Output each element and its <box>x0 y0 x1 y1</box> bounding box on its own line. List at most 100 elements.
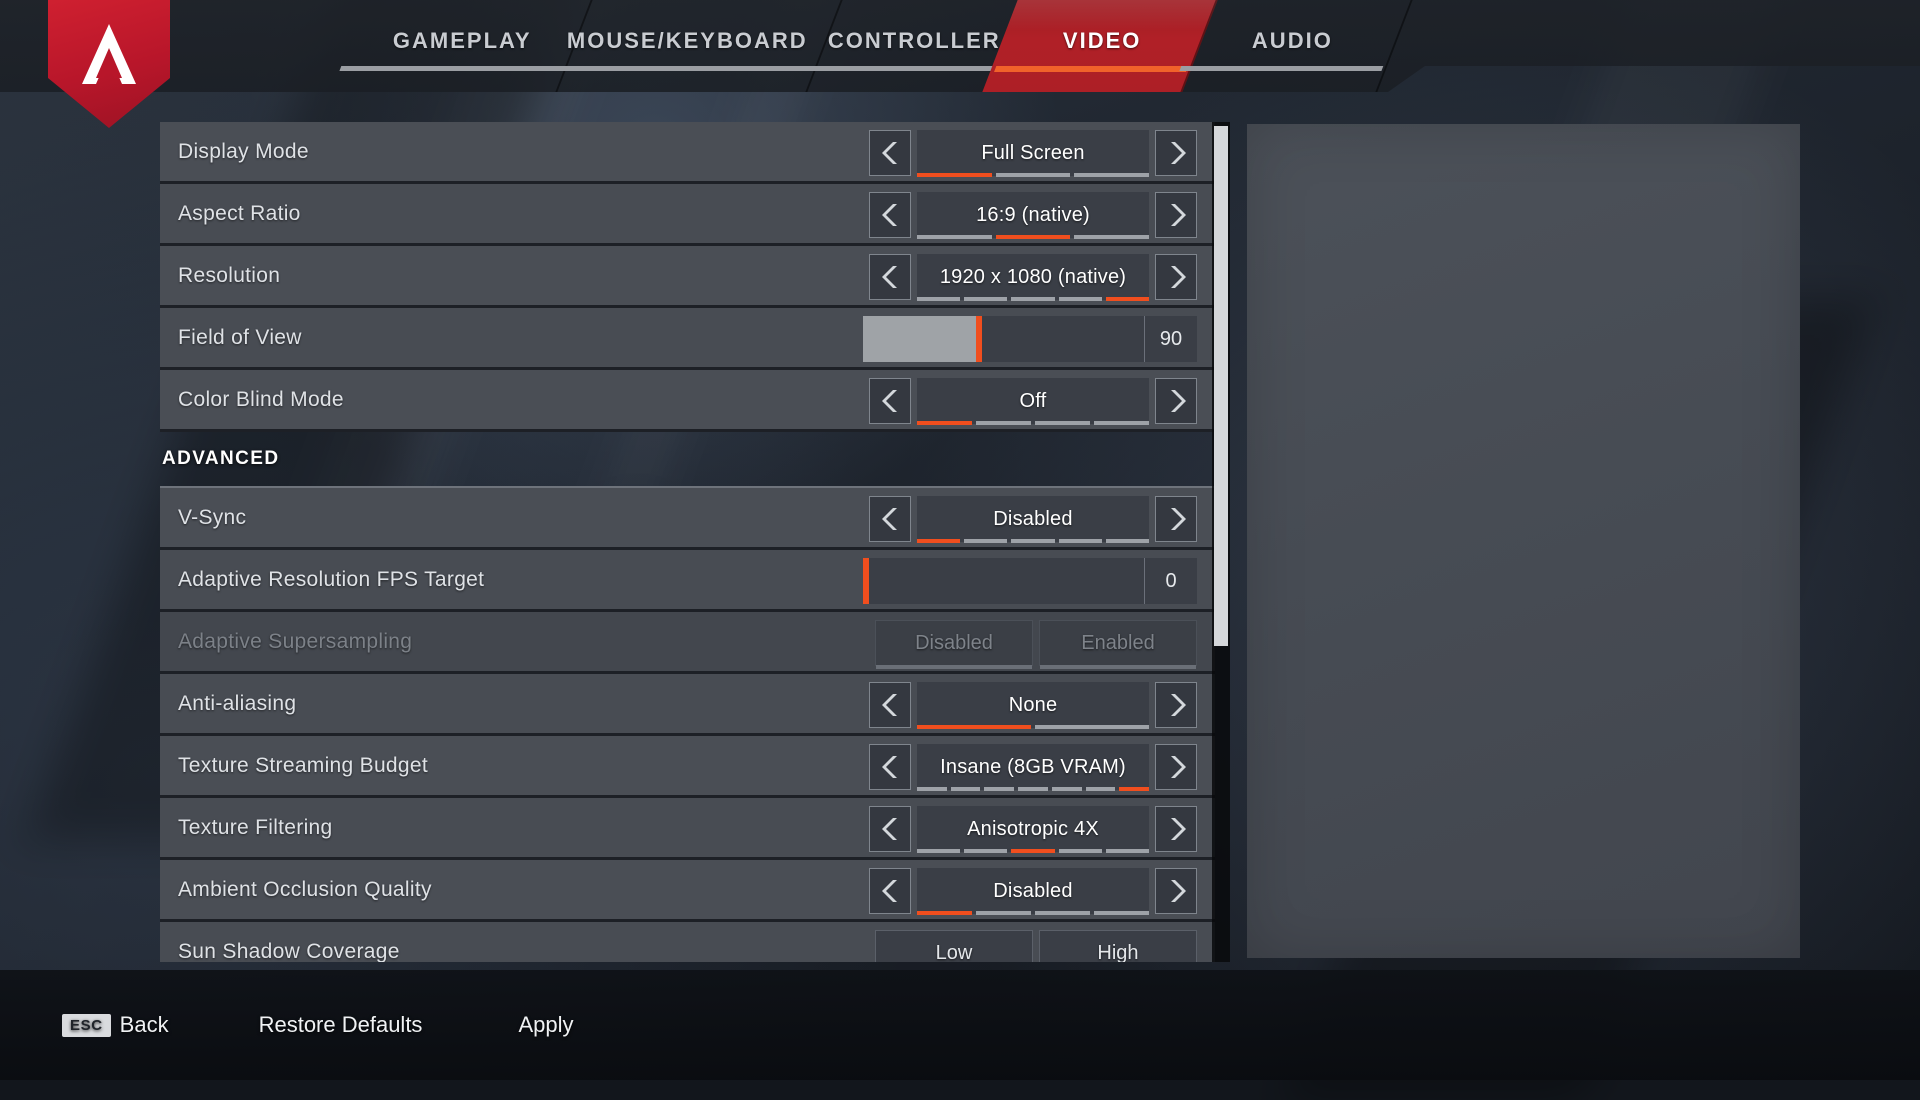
segment-indicator <box>1052 787 1082 791</box>
setting-slider[interactable] <box>863 558 1145 604</box>
chevron-left-icon[interactable] <box>869 192 911 238</box>
chevron-left-icon[interactable] <box>869 378 911 424</box>
setting-value-wrap: 1920 x 1080 (native) <box>917 254 1149 300</box>
chevron-left-icon[interactable] <box>869 254 911 300</box>
segment-indicator <box>917 297 960 301</box>
tab-label: MOUSE/KEYBOARD <box>567 28 808 54</box>
chevron-left-icon[interactable] <box>869 806 911 852</box>
apply-button[interactable]: Apply <box>518 1012 573 1038</box>
slider-fill <box>863 316 979 362</box>
setting-label: Resolution <box>178 264 280 288</box>
setting-value: None <box>917 682 1149 728</box>
setting-row[interactable]: Aspect Ratio16:9 (native) <box>160 184 1215 246</box>
segment-indicator <box>1035 421 1090 425</box>
segment-indicator <box>1119 787 1149 791</box>
setting-control: Disabled Enabled <box>869 620 1197 666</box>
chevron-left-icon[interactable] <box>869 682 911 728</box>
setting-row[interactable]: Color Blind ModeOff <box>160 370 1215 432</box>
tab-underline <box>539 66 813 71</box>
setting-segments <box>917 849 1149 853</box>
settings-tab-bar: GAMEPLAYMOUSE/KEYBOARDCONTROLLERVIDEOAUD… <box>0 0 1920 92</box>
toggle-option-b[interactable]: High <box>1039 930 1197 962</box>
setting-slider[interactable] <box>863 316 1145 362</box>
setting-label: V-Sync <box>178 506 246 530</box>
setting-value-wrap: None <box>917 682 1149 728</box>
segment-indicator <box>917 539 960 543</box>
restore-defaults-button[interactable]: Restore Defaults <box>259 1012 423 1038</box>
setting-label: Adaptive Resolution FPS Target <box>178 568 484 592</box>
chevron-left-icon[interactable] <box>869 130 911 176</box>
setting-row[interactable]: Texture Streaming Budget Insane (8GB VRAM… <box>160 736 1215 798</box>
toggle-option-a: Disabled <box>875 620 1033 666</box>
toggle-option-a-label: Low <box>936 942 973 963</box>
setting-control: 0 <box>863 558 1197 604</box>
tab-underline <box>784 66 1023 71</box>
setting-control: Insane (8GB VRAM) <box>869 744 1197 790</box>
chevron-right-icon[interactable] <box>1155 682 1197 728</box>
segment-indicator <box>951 787 981 791</box>
segment-indicator <box>964 539 1007 543</box>
slider-handle[interactable] <box>976 316 982 362</box>
setting-row[interactable]: Anti-aliasingNone <box>160 674 1215 736</box>
setting-segments <box>917 235 1149 239</box>
chevron-right-icon[interactable] <box>1155 254 1197 300</box>
segment-indicator <box>917 235 992 239</box>
setting-row[interactable]: Display ModeFull Screen <box>160 122 1215 184</box>
toggle-option-a[interactable]: Low <box>875 930 1033 962</box>
setting-control: 16:9 (native) <box>869 192 1197 238</box>
chevron-left-icon[interactable] <box>869 496 911 542</box>
setting-label: Sun Shadow Coverage <box>178 940 400 963</box>
chevron-right-icon[interactable] <box>1155 130 1197 176</box>
setting-row[interactable]: Sun Shadow Coverage Low High <box>160 922 1215 962</box>
chevron-right-icon[interactable] <box>1155 496 1197 542</box>
setting-row[interactable]: Ambient Occlusion QualityDisabled <box>160 860 1215 922</box>
tab-audio[interactable]: AUDIO <box>1167 0 1412 92</box>
chevron-right-icon[interactable] <box>1155 378 1197 424</box>
segment-indicator <box>917 421 972 425</box>
setting-segments <box>917 539 1149 543</box>
settings-scrollbar-thumb[interactable] <box>1214 126 1228 646</box>
chevron-right-icon[interactable] <box>1155 744 1197 790</box>
setting-row[interactable]: Adaptive Resolution FPS Target 0 <box>160 550 1215 612</box>
setting-segments <box>917 297 1149 301</box>
video-settings-list[interactable]: Display ModeFull ScreenAspect Ratio16:9 … <box>160 122 1215 962</box>
tab-underline <box>1179 66 1383 71</box>
setting-label: Ambient Occlusion Quality <box>178 878 432 902</box>
setting-value: Disabled <box>917 496 1149 542</box>
tab-label: GAMEPLAY <box>393 28 532 54</box>
tab-underline <box>994 66 1188 72</box>
setting-label: Texture Streaming Budget <box>178 754 428 778</box>
settings-preview-pane <box>1247 124 1800 958</box>
setting-row[interactable]: V-Sync Disabled <box>160 488 1215 550</box>
slider-handle[interactable] <box>863 558 869 604</box>
segment-indicator <box>976 421 1031 425</box>
segment-indicator <box>996 173 1071 177</box>
chevron-right-icon[interactable] <box>1155 868 1197 914</box>
back-button[interactable]: ESC Back <box>62 1012 169 1038</box>
segment-indicator <box>1018 787 1048 791</box>
setting-control: Disabled <box>869 496 1197 542</box>
setting-row[interactable]: Texture FilteringAnisotropic 4X <box>160 798 1215 860</box>
toggle-underline <box>876 665 1032 669</box>
toggle-underline <box>1040 665 1196 669</box>
chevron-right-icon[interactable] <box>1155 192 1197 238</box>
setting-control: None <box>869 682 1197 728</box>
toggle-option-b-label: High <box>1097 942 1138 963</box>
chevron-right-icon[interactable] <box>1155 806 1197 852</box>
segment-indicator <box>1059 849 1102 853</box>
setting-value-wrap: Anisotropic 4X <box>917 806 1149 852</box>
toggle-option-b-label: Enabled <box>1081 632 1154 655</box>
setting-value: 16:9 (native) <box>917 192 1149 238</box>
setting-value: 1920 x 1080 (native) <box>917 254 1149 300</box>
setting-segments <box>917 725 1149 729</box>
chevron-left-icon[interactable] <box>869 744 911 790</box>
setting-segments <box>917 911 1149 915</box>
setting-row[interactable]: Resolution 1920 x 1080 (native) <box>160 246 1215 308</box>
setting-value: Off <box>917 378 1149 424</box>
chevron-left-icon[interactable] <box>869 868 911 914</box>
segment-indicator <box>964 297 1007 301</box>
tab-sheen <box>1006 0 1218 30</box>
setting-control: Full Screen <box>869 130 1197 176</box>
setting-value-wrap: Insane (8GB VRAM) <box>917 744 1149 790</box>
setting-row[interactable]: Field of View90 <box>160 308 1215 370</box>
